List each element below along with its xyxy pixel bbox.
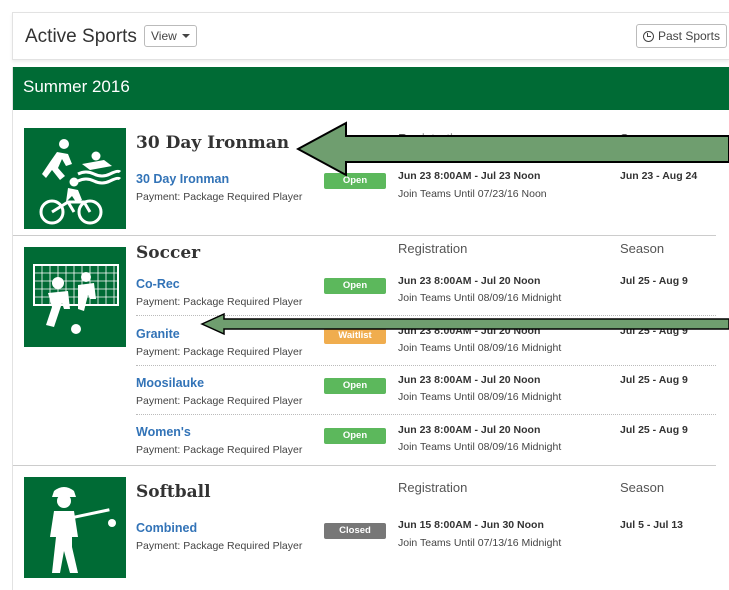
season-column-header: Season	[620, 480, 665, 495]
sport-divider	[13, 465, 716, 466]
clock-icon	[642, 30, 654, 42]
sport-title-softball: Softball	[136, 482, 211, 502]
registration-column-header: Registration	[398, 241, 468, 256]
join-teams-deadline: Join Teams Until 07/13/16 Midnight	[398, 537, 562, 549]
registration-column-header: Registration	[398, 480, 468, 495]
view-label: View	[151, 29, 177, 43]
league-link-womens[interactable]: Women's	[136, 425, 191, 439]
registration-dates: Jun 23 8:00AM - Jul 20 Noon	[398, 275, 541, 287]
season-header: Summer 2016	[13, 67, 729, 110]
past-sports-button[interactable]: Past Sports	[635, 24, 727, 48]
annotation-arrow-icon	[200, 312, 729, 336]
registration-dates: Jun 15 8:00AM - Jun 30 Noon	[398, 519, 544, 531]
league-link-combined[interactable]: Combined	[136, 521, 197, 535]
league-link-moosilauke[interactable]: Moosilauke	[136, 376, 204, 390]
triathlon-icon	[24, 128, 126, 229]
join-teams-deadline: Join Teams Until 08/09/16 Midnight	[398, 391, 562, 403]
sport-title-ironman: 30 Day Ironman	[136, 133, 290, 153]
row-separator	[136, 414, 716, 415]
join-teams-deadline: Join Teams Until 08/09/16 Midnight	[398, 441, 562, 453]
payment-text: Payment: Package Required Player	[136, 395, 303, 407]
page-header: Active Sports View Past Sports	[12, 12, 729, 60]
season-column-header: Season	[620, 241, 665, 256]
status-badge-open: Open	[324, 278, 386, 294]
join-teams-deadline: Join Teams Until 07/23/16 Noon	[398, 188, 547, 200]
join-teams-deadline: Join Teams Until 08/09/16 Midnight	[398, 342, 562, 354]
status-badge-closed: Closed	[324, 523, 386, 539]
payment-text: Payment: Package Required Player	[136, 540, 303, 552]
league-link-granite[interactable]: Granite	[136, 327, 180, 341]
soccer-icon	[24, 247, 126, 347]
view-dropdown-button[interactable]: View	[144, 25, 197, 47]
page-title: Active Sports	[25, 26, 137, 47]
status-badge-open: Open	[324, 428, 386, 444]
past-sports-label: Past Sports	[657, 29, 720, 43]
sport-title-soccer: Soccer	[136, 243, 201, 263]
sport-divider	[13, 235, 716, 236]
caret-down-icon	[181, 34, 190, 38]
registration-dates: Jun 23 8:00AM - Jul 20 Noon	[398, 424, 541, 436]
status-badge-open: Open	[324, 378, 386, 394]
season-title: Summer 2016	[23, 77, 130, 96]
payment-text: Payment: Package Required Player	[136, 346, 303, 358]
league-link-30-day-ironman[interactable]: 30 Day Ironman	[136, 172, 229, 186]
payment-text: Payment: Package Required Player	[136, 296, 303, 308]
league-link-co-rec[interactable]: Co-Rec	[136, 277, 180, 291]
row-separator	[136, 365, 716, 366]
season-dates: Jul 25 - Aug 9	[620, 374, 688, 386]
season-dates: Jul 25 - Aug 9	[620, 424, 688, 436]
payment-text: Payment: Package Required Player	[136, 444, 303, 456]
season-dates: Jul 25 - Aug 9	[620, 275, 688, 287]
registration-dates: Jun 23 8:00AM - Jul 20 Noon	[398, 374, 541, 386]
season-dates: Jul 5 - Jul 13	[620, 519, 684, 531]
baseball-batter-icon	[24, 477, 126, 578]
annotation-arrow-icon	[296, 121, 729, 177]
join-teams-deadline: Join Teams Until 08/09/16 Midnight	[398, 292, 562, 304]
payment-text: Payment: Package Required Player	[136, 191, 303, 203]
